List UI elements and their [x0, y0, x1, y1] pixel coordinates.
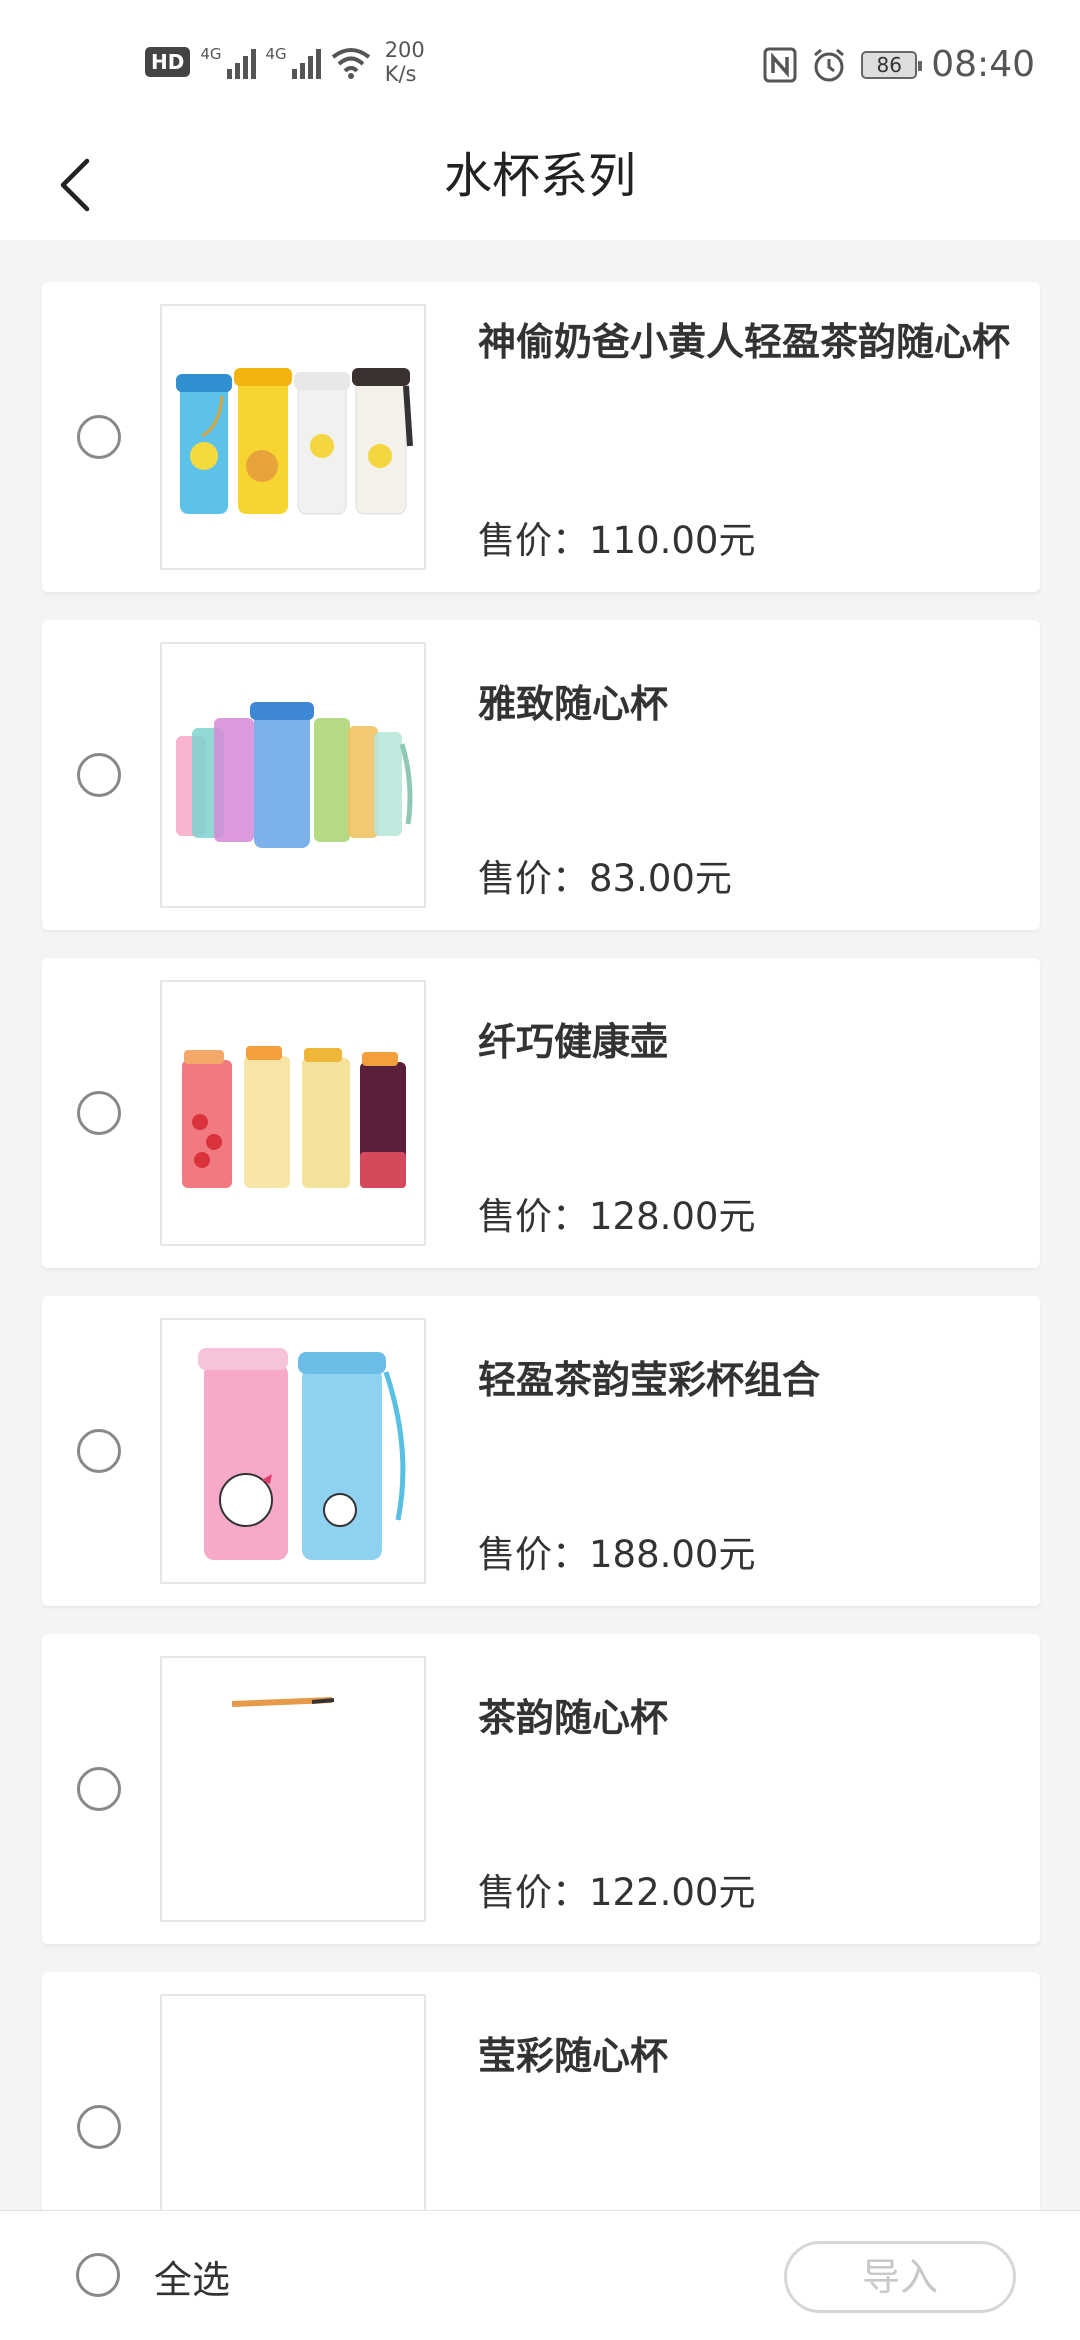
product-price: 售价：188.00元: [478, 1533, 756, 1576]
page-title: 水杯系列: [443, 148, 636, 204]
product-card[interactable]: 轻盈茶韵莹彩杯组合 售价：188.00元: [42, 1296, 1040, 1606]
nfc-icon: [763, 47, 797, 82]
signal-icon: 4G: [266, 45, 321, 79]
alarm-icon: [814, 48, 845, 81]
product-card[interactable]: 雅致随心杯 售价：83.00元: [42, 620, 1040, 930]
product-image: [160, 1656, 426, 1922]
nav-bar: 水杯系列: [0, 130, 1080, 240]
clock: 08:40: [931, 44, 1035, 85]
product-price: 售价：110.00元: [478, 519, 756, 562]
product-card[interactable]: 莹彩随心杯 售价：93.00元: [42, 1972, 1040, 2210]
network-label: 4G: [200, 45, 222, 63]
select-all-checkbox[interactable]: [76, 2253, 120, 2297]
product-image: [160, 1318, 426, 1584]
product-checkbox[interactable]: [77, 753, 121, 797]
status-bar: HD 4G 4G 200 K/s 86 08:40: [0, 0, 1080, 130]
product-image: [160, 1994, 426, 2210]
product-name: 茶韵随心杯: [478, 1696, 669, 1740]
product-image: [160, 642, 426, 908]
network-speed: 200 K/s: [385, 38, 425, 86]
wifi-icon: [331, 48, 370, 79]
product-list[interactable]: 神偷奶爸小黄人轻盈茶韵随心杯 售价：110.00元 雅致随心杯 售价：83.00…: [0, 240, 1080, 2210]
signal-icon: 4G: [200, 45, 256, 79]
chevron-left-icon: [60, 158, 90, 212]
speed-value: 200: [384, 38, 425, 62]
product-image: [160, 980, 426, 1246]
speed-unit: K/s: [384, 62, 417, 86]
product-name: 雅致随心杯: [478, 682, 669, 726]
product-checkbox[interactable]: [77, 1091, 121, 1135]
select-all-label[interactable]: 全选: [154, 2249, 230, 2304]
product-name: 神偷奶爸小黄人轻盈茶韵随心杯: [478, 320, 1011, 364]
product-checkbox[interactable]: [77, 1767, 121, 1811]
product-name: 莹彩随心杯: [478, 2034, 669, 2078]
import-button[interactable]: 导入: [784, 2241, 1016, 2313]
product-price: 售价：93.00元: [478, 2200, 732, 2210]
back-button[interactable]: [40, 150, 110, 220]
product-image: [160, 304, 426, 570]
product-card[interactable]: 纤巧健康壶 售价：128.00元: [42, 958, 1040, 1268]
product-checkbox[interactable]: [77, 2105, 121, 2149]
bottom-action-bar: 全选 导入: [0, 2210, 1080, 2340]
product-card[interactable]: 茶韵随心杯 售价：122.00元: [42, 1634, 1040, 1944]
hd-badge: HD: [145, 47, 191, 77]
product-name: 纤巧健康壶: [478, 1020, 669, 1064]
product-price: 售价：83.00元: [478, 857, 732, 900]
product-checkbox[interactable]: [77, 415, 121, 459]
product-price: 售价：128.00元: [478, 1195, 756, 1238]
battery-icon: 86: [861, 50, 923, 79]
product-card[interactable]: 神偷奶爸小黄人轻盈茶韵随心杯 售价：110.00元: [42, 282, 1040, 592]
product-price: 售价：122.00元: [478, 1871, 756, 1914]
network-label: 4G: [265, 45, 287, 63]
status-left: HD 4G 4G 200 K/s: [145, 38, 425, 86]
status-right: 86 08:40: [763, 44, 1035, 85]
product-checkbox[interactable]: [77, 1429, 121, 1473]
product-name: 轻盈茶韵莹彩杯组合: [478, 1358, 821, 1402]
